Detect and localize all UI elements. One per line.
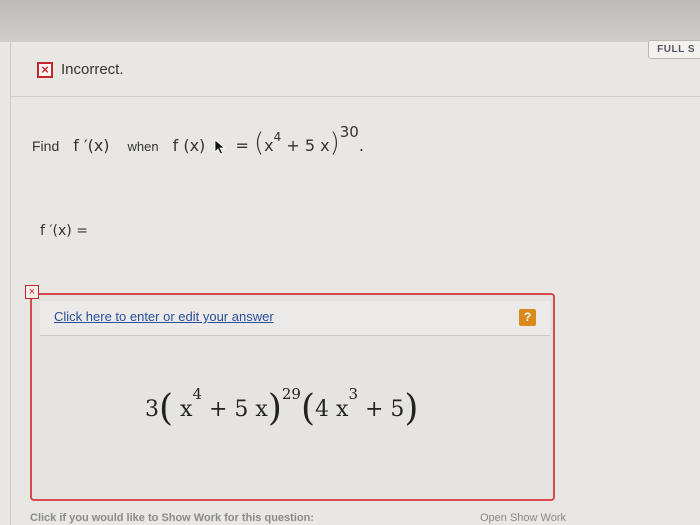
left-border (10, 42, 11, 525)
paren-open-1: ( (159, 388, 174, 429)
paren-close-1: ) (267, 388, 282, 429)
open-show-work-link[interactable]: Open Show Work (480, 512, 566, 524)
inner-rest: + 5 x (281, 136, 330, 155)
answer-term2-rest: + 5 (357, 397, 405, 422)
inner-x: x (264, 136, 274, 155)
close-paren: ) (329, 128, 340, 158)
when-label: when (127, 139, 159, 154)
answer-exp1: 4 (192, 384, 203, 403)
mouse-cursor-icon (214, 138, 226, 155)
feedback-status: × Incorrect. (37, 61, 124, 78)
inner-exponent: 4 (273, 129, 282, 144)
feedback-status-text: Incorrect. (61, 61, 124, 78)
answer-exp2: 3 (348, 384, 358, 403)
answer-x1: x (180, 397, 193, 422)
answer-mid1: + 5 x (202, 397, 268, 422)
function-expression: f (x) = (x4 + 5 x)30. (172, 123, 364, 158)
function-lhs: f (x) (172, 136, 206, 155)
close-icon: × (37, 61, 53, 78)
edit-answer-link[interactable]: Click here to enter or edit your answer (54, 309, 274, 324)
question-prompt: Find f ′(x) when f (x) = (x4 + 5 x)30. (32, 123, 364, 158)
help-icon[interactable]: ? (519, 309, 536, 326)
divider (10, 96, 700, 97)
show-work-prompt: Click if you would like to Show Work for… (30, 512, 314, 524)
answer-term2-coef: 4 x (315, 397, 349, 422)
answer-expression: 3( x4 + 5 x)29(4 x3 + 5) (145, 384, 419, 429)
answer-header: Click here to enter or edit your answer … (40, 301, 550, 336)
answer-outer-exp: 29 (281, 384, 301, 403)
footer: Click if you would like to Show Work for… (30, 512, 700, 524)
open-paren: ( (253, 128, 265, 158)
equals-sign: = (235, 136, 249, 155)
browser-top-band (0, 0, 700, 42)
incorrect-mark-icon: × (25, 285, 39, 299)
answer-coef: 3 (145, 397, 159, 422)
derivative-notation: f ′(x) (73, 136, 110, 155)
answer-label: f ′(x) = (40, 223, 88, 239)
paren-close-2: ) (404, 388, 419, 429)
full-screen-button[interactable]: FULL S (648, 40, 700, 59)
period: . (358, 136, 364, 155)
find-label: Find (32, 138, 60, 154)
outer-exponent: 30 (339, 122, 359, 141)
paren-open-2: ( (300, 388, 316, 429)
